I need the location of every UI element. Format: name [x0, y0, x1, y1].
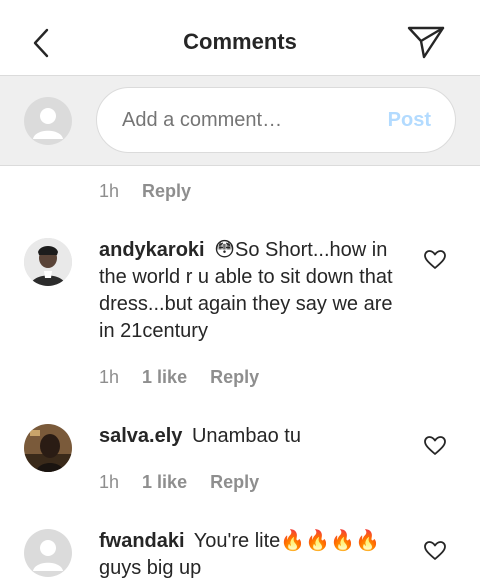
comment-input-container[interactable]: Post [96, 87, 456, 153]
avatar[interactable] [24, 529, 72, 577]
reply-button[interactable]: Reply [210, 472, 259, 492]
status-bar-area [0, 0, 480, 10]
profile-photo [24, 424, 72, 472]
avatar[interactable] [24, 238, 72, 286]
header: Comments [0, 10, 480, 76]
comment-body: Unambao tu [191, 425, 301, 447]
likes-count[interactable]: 1 like [142, 472, 187, 492]
comment-meta: 1h Reply [99, 181, 209, 202]
comment-text: fwandaki You're lite🔥🔥🔥🔥 guys big up [99, 528, 409, 582]
paper-plane-icon[interactable] [406, 24, 446, 60]
post-button[interactable]: Post [388, 109, 431, 132]
comment-meta: 1h 1 like Reply [99, 367, 277, 388]
comment-input[interactable] [122, 109, 372, 132]
comment-text: andykaroki 😳So Short...how in the world … [99, 237, 409, 345]
comment-time: 1h [99, 367, 120, 387]
comment-meta: 1h 1 like Reply [99, 472, 277, 493]
likes-count[interactable]: 1 like [142, 367, 187, 387]
comment-username[interactable]: fwandaki [99, 530, 185, 552]
comment-time: 1h [99, 181, 120, 201]
user-placeholder-icon [33, 540, 63, 571]
comment-username[interactable]: andykaroki [99, 239, 205, 261]
profile-photo [24, 238, 72, 286]
user-placeholder-icon [33, 108, 63, 139]
heart-icon[interactable] [424, 541, 446, 561]
comment-time: 1h [99, 472, 120, 492]
reply-button[interactable]: Reply [142, 181, 191, 201]
heart-icon[interactable] [424, 250, 446, 270]
reply-button[interactable]: Reply [210, 367, 259, 387]
comment-composer: Post [0, 76, 480, 166]
avatar[interactable] [24, 424, 72, 472]
heart-icon[interactable] [424, 436, 446, 456]
avatar [24, 97, 72, 145]
comment-text: salva.ely Unambao tu [99, 423, 409, 450]
comment-username[interactable]: salva.ely [99, 425, 182, 447]
